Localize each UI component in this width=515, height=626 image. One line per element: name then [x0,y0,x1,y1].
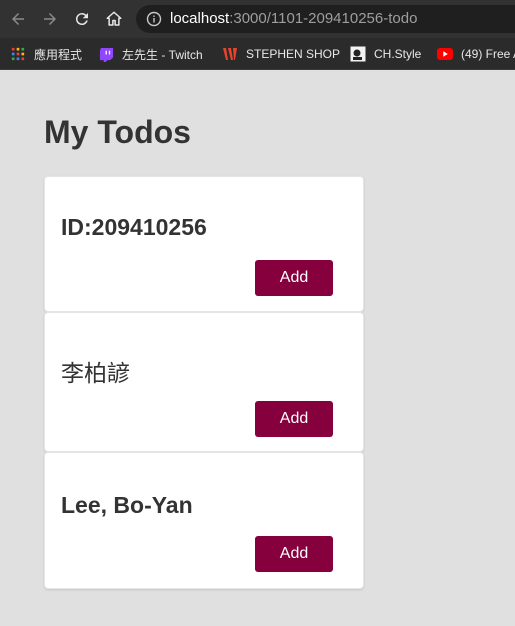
todo-text: 李柏諺 [61,360,130,386]
browser-toolbar: localhost:3000/1101-209410256-todo [0,0,515,38]
reload-icon[interactable] [70,7,94,31]
bookmark-apps[interactable]: 應用程式 [10,44,82,64]
bookmark-twitch[interactable]: 左先生 - Twitch [98,44,203,64]
apps-grid-icon [10,46,26,62]
bookmark-label: STEPHEN SHOP [246,47,341,61]
bookmark-stephen-shop[interactable]: STEPHEN SHOP [222,44,340,64]
youtube-icon [437,46,453,62]
stephen-shop-icon [222,46,238,62]
todo-card: 李柏諺 Add [44,312,364,452]
bookmarks-bar: 應用程式 左先生 - Twitch STEPHEN SHOP CH.Style … [0,38,515,70]
page-title: My Todos [44,114,191,150]
add-button[interactable]: Add [255,401,333,437]
forward-arrow-icon[interactable] [38,7,62,31]
todo-card: Lee, Bo-Yan Add [44,452,364,589]
site-info-icon[interactable] [146,11,162,27]
todo-list: ID:209410256 Add 李柏諺 Add Lee, Bo-Yan Add [44,176,364,589]
bookmark-label: CH.Style [374,47,422,61]
url-host: localhost [170,10,230,27]
twitch-icon [98,46,114,62]
bookmark-label: 左先生 - Twitch [122,47,203,62]
todo-text: ID:209410256 [61,214,207,240]
back-arrow-icon[interactable] [6,7,30,31]
url-path: :3000/1101-209410256-todo [229,10,418,27]
url-text: localhost:3000/1101-209410256-todo [170,10,417,27]
bookmark-label: 應用程式 [34,47,83,62]
add-button[interactable]: Add [255,260,333,296]
address-bar[interactable]: localhost:3000/1101-209410256-todo [136,5,515,33]
todo-text: Lee, Bo-Yan [61,492,193,518]
chstyle-icon [350,46,366,62]
todo-card: ID:209410256 Add [44,176,364,312]
add-button[interactable]: Add [255,536,333,572]
bookmark-youtube[interactable]: (49) Free A [437,44,515,64]
bookmark-chstyle[interactable]: CH.Style [350,44,421,64]
home-icon[interactable] [102,7,126,31]
bookmark-label: (49) Free A [461,47,515,61]
browser-chrome: localhost:3000/1101-209410256-todo 應用程式 … [0,0,515,70]
